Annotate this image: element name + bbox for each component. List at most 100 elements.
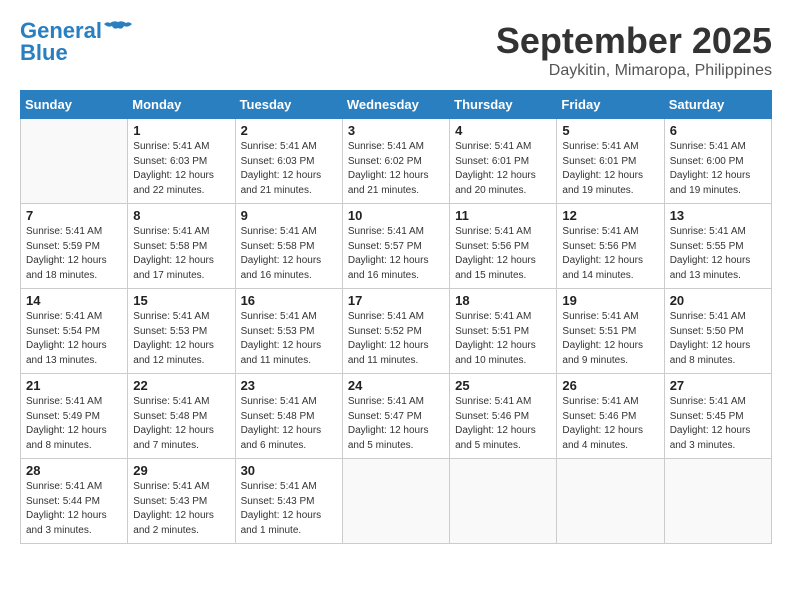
calendar-cell: 8Sunrise: 5:41 AM Sunset: 5:58 PM Daylig… [128,204,235,289]
day-number: 25 [455,378,551,393]
day-number: 13 [670,208,766,223]
calendar-cell: 18 Sunrise: 5:41 AM Sunset: 5:51 PM Dayli… [450,289,557,374]
title-section: September 2025 Daykitin, Mimaropa, Phili… [496,20,772,80]
calendar-cell [664,459,771,544]
calendar-cell: 20Sunrise: 5:41 AM Sunset: 5:50 PM Dayli… [664,289,771,374]
day-number: 5 [562,123,658,138]
day-info: Sunrise: 5:41 AM Sunset: 6:01 PM Dayligh… [455,140,551,198]
weekday-header-thursday: Thursday [450,91,557,119]
location-subtitle: Daykitin, Mimaropa, Philippines [496,62,772,80]
logo-bird-icon [104,20,132,38]
day-info: Sunrise: 5:41 AM Sunset: 5:58 PM Dayligh… [241,225,337,283]
day-number: 11 [455,208,551,223]
day-info: Sunrise: 5:41 AM Sunset: 5:44 PM Dayligh… [26,480,122,538]
calendar-cell: 25 Sunrise: 5:41 AM Sunset: 5:46 PM Dayli… [450,374,557,459]
weekday-header-monday: Monday [128,91,235,119]
calendar-cell: 22 Sunrise: 5:41 AM Sunset: 5:48 PM Dayli… [128,374,235,459]
day-info: Sunrise: 5:41 AM Sunset: 5:47 PM Dayligh… [348,395,444,453]
day-info: Sunrise: 5:41 AM Sunset: 6:02 PM Dayligh… [348,140,444,198]
day-number: 3 [348,123,444,138]
day-info: Sunrise: 5:41 AM Sunset: 5:45 PM Dayligh… [670,395,766,453]
day-number: 16 [241,293,337,308]
calendar-cell [21,119,128,204]
day-info: Sunrise: 5:41 AM Sunset: 5:57 PM Dayligh… [348,225,444,283]
day-info: Sunrise: 5:41 AM Sunset: 5:55 PM Dayligh… [670,225,766,283]
day-info: Sunrise: 5:41 AM Sunset: 5:53 PM Dayligh… [241,310,337,368]
day-number: 8 [133,208,229,223]
calendar-cell [557,459,664,544]
day-info: Sunrise: 5:41 AM Sunset: 5:53 PM Dayligh… [133,310,229,368]
calendar-week-row: 21 Sunrise: 5:41 AM Sunset: 5:49 PM Dayli… [21,374,772,459]
weekday-header-saturday: Saturday [664,91,771,119]
day-number: 28 [26,463,122,478]
day-info: Sunrise: 5:41 AM Sunset: 5:46 PM Dayligh… [562,395,658,453]
day-number: 2 [241,123,337,138]
calendar-cell: 26Sunrise: 5:41 AM Sunset: 5:46 PM Dayli… [557,374,664,459]
logo: General Blue [20,20,132,64]
day-info: Sunrise: 5:41 AM Sunset: 5:48 PM Dayligh… [133,395,229,453]
calendar-cell: 13 Sunrise: 5:41 AM Sunset: 5:55 PM Dayli… [664,204,771,289]
day-info: Sunrise: 5:41 AM Sunset: 5:51 PM Dayligh… [455,310,551,368]
day-number: 23 [241,378,337,393]
day-number: 14 [26,293,122,308]
day-info: Sunrise: 5:41 AM Sunset: 5:49 PM Dayligh… [26,395,122,453]
calendar-week-row: 14 Sunrise: 5:41 AM Sunset: 5:54 PM Dayli… [21,289,772,374]
calendar-cell: 1Sunrise: 5:41 AM Sunset: 6:03 PM Daylig… [128,119,235,204]
day-number: 30 [241,463,337,478]
day-info: Sunrise: 5:41 AM Sunset: 5:46 PM Dayligh… [455,395,551,453]
calendar-week-row: 28 Sunrise: 5:41 AM Sunset: 5:44 PM Dayli… [21,459,772,544]
day-number: 21 [26,378,122,393]
day-info: Sunrise: 5:41 AM Sunset: 5:43 PM Dayligh… [241,480,337,538]
calendar-cell: 14 Sunrise: 5:41 AM Sunset: 5:54 PM Dayli… [21,289,128,374]
calendar-cell: 10Sunrise: 5:41 AM Sunset: 5:57 PM Dayli… [342,204,449,289]
calendar-cell [450,459,557,544]
calendar-cell: 16 Sunrise: 5:41 AM Sunset: 5:53 PM Dayli… [235,289,342,374]
weekday-header-tuesday: Tuesday [235,91,342,119]
calendar-cell: 3 Sunrise: 5:41 AM Sunset: 6:02 PM Daylig… [342,119,449,204]
page-header: General Blue September 2025 Daykitin, Mi… [20,20,772,80]
day-info: Sunrise: 5:41 AM Sunset: 6:03 PM Dayligh… [133,140,229,198]
day-info: Sunrise: 5:41 AM Sunset: 6:01 PM Dayligh… [562,140,658,198]
day-info: Sunrise: 5:41 AM Sunset: 5:51 PM Dayligh… [562,310,658,368]
day-number: 22 [133,378,229,393]
day-info: Sunrise: 5:41 AM Sunset: 5:43 PM Dayligh… [133,480,229,538]
calendar-header-row: SundayMondayTuesdayWednesdayThursdayFrid… [21,91,772,119]
calendar-cell: 5 Sunrise: 5:41 AM Sunset: 6:01 PM Daylig… [557,119,664,204]
calendar-cell: 23Sunrise: 5:41 AM Sunset: 5:48 PM Dayli… [235,374,342,459]
calendar-cell: 19 Sunrise: 5:41 AM Sunset: 5:51 PM Dayli… [557,289,664,374]
calendar-cell: 30 Sunrise: 5:41 AM Sunset: 5:43 PM Dayli… [235,459,342,544]
calendar-cell: 15 Sunrise: 5:41 AM Sunset: 5:53 PM Dayli… [128,289,235,374]
month-title: September 2025 [496,20,772,62]
day-info: Sunrise: 5:41 AM Sunset: 5:50 PM Dayligh… [670,310,766,368]
day-info: Sunrise: 5:41 AM Sunset: 6:03 PM Dayligh… [241,140,337,198]
day-number: 7 [26,208,122,223]
calendar-cell: 4Sunrise: 5:41 AM Sunset: 6:01 PM Daylig… [450,119,557,204]
calendar-cell: 24 Sunrise: 5:41 AM Sunset: 5:47 PM Dayli… [342,374,449,459]
calendar-table: SundayMondayTuesdayWednesdayThursdayFrid… [20,90,772,544]
day-number: 15 [133,293,229,308]
calendar-cell: 29Sunrise: 5:41 AM Sunset: 5:43 PM Dayli… [128,459,235,544]
day-number: 18 [455,293,551,308]
calendar-cell: 28 Sunrise: 5:41 AM Sunset: 5:44 PM Dayli… [21,459,128,544]
day-info: Sunrise: 5:41 AM Sunset: 6:00 PM Dayligh… [670,140,766,198]
day-number: 6 [670,123,766,138]
logo-blue: Blue [20,42,68,64]
weekday-header-sunday: Sunday [21,91,128,119]
weekday-header-friday: Friday [557,91,664,119]
day-info: Sunrise: 5:41 AM Sunset: 5:56 PM Dayligh… [562,225,658,283]
calendar-week-row: 1Sunrise: 5:41 AM Sunset: 6:03 PM Daylig… [21,119,772,204]
day-info: Sunrise: 5:41 AM Sunset: 5:59 PM Dayligh… [26,225,122,283]
day-number: 9 [241,208,337,223]
calendar-cell: 6 Sunrise: 5:41 AM Sunset: 6:00 PM Daylig… [664,119,771,204]
calendar-cell: 7 Sunrise: 5:41 AM Sunset: 5:59 PM Daylig… [21,204,128,289]
calendar-cell: 12 Sunrise: 5:41 AM Sunset: 5:56 PM Dayli… [557,204,664,289]
calendar-cell: 27 Sunrise: 5:41 AM Sunset: 5:45 PM Dayli… [664,374,771,459]
day-number: 19 [562,293,658,308]
day-info: Sunrise: 5:41 AM Sunset: 5:52 PM Dayligh… [348,310,444,368]
calendar-cell [342,459,449,544]
day-number: 12 [562,208,658,223]
day-info: Sunrise: 5:41 AM Sunset: 5:54 PM Dayligh… [26,310,122,368]
day-number: 27 [670,378,766,393]
day-number: 24 [348,378,444,393]
calendar-cell: 2 Sunrise: 5:41 AM Sunset: 6:03 PM Daylig… [235,119,342,204]
